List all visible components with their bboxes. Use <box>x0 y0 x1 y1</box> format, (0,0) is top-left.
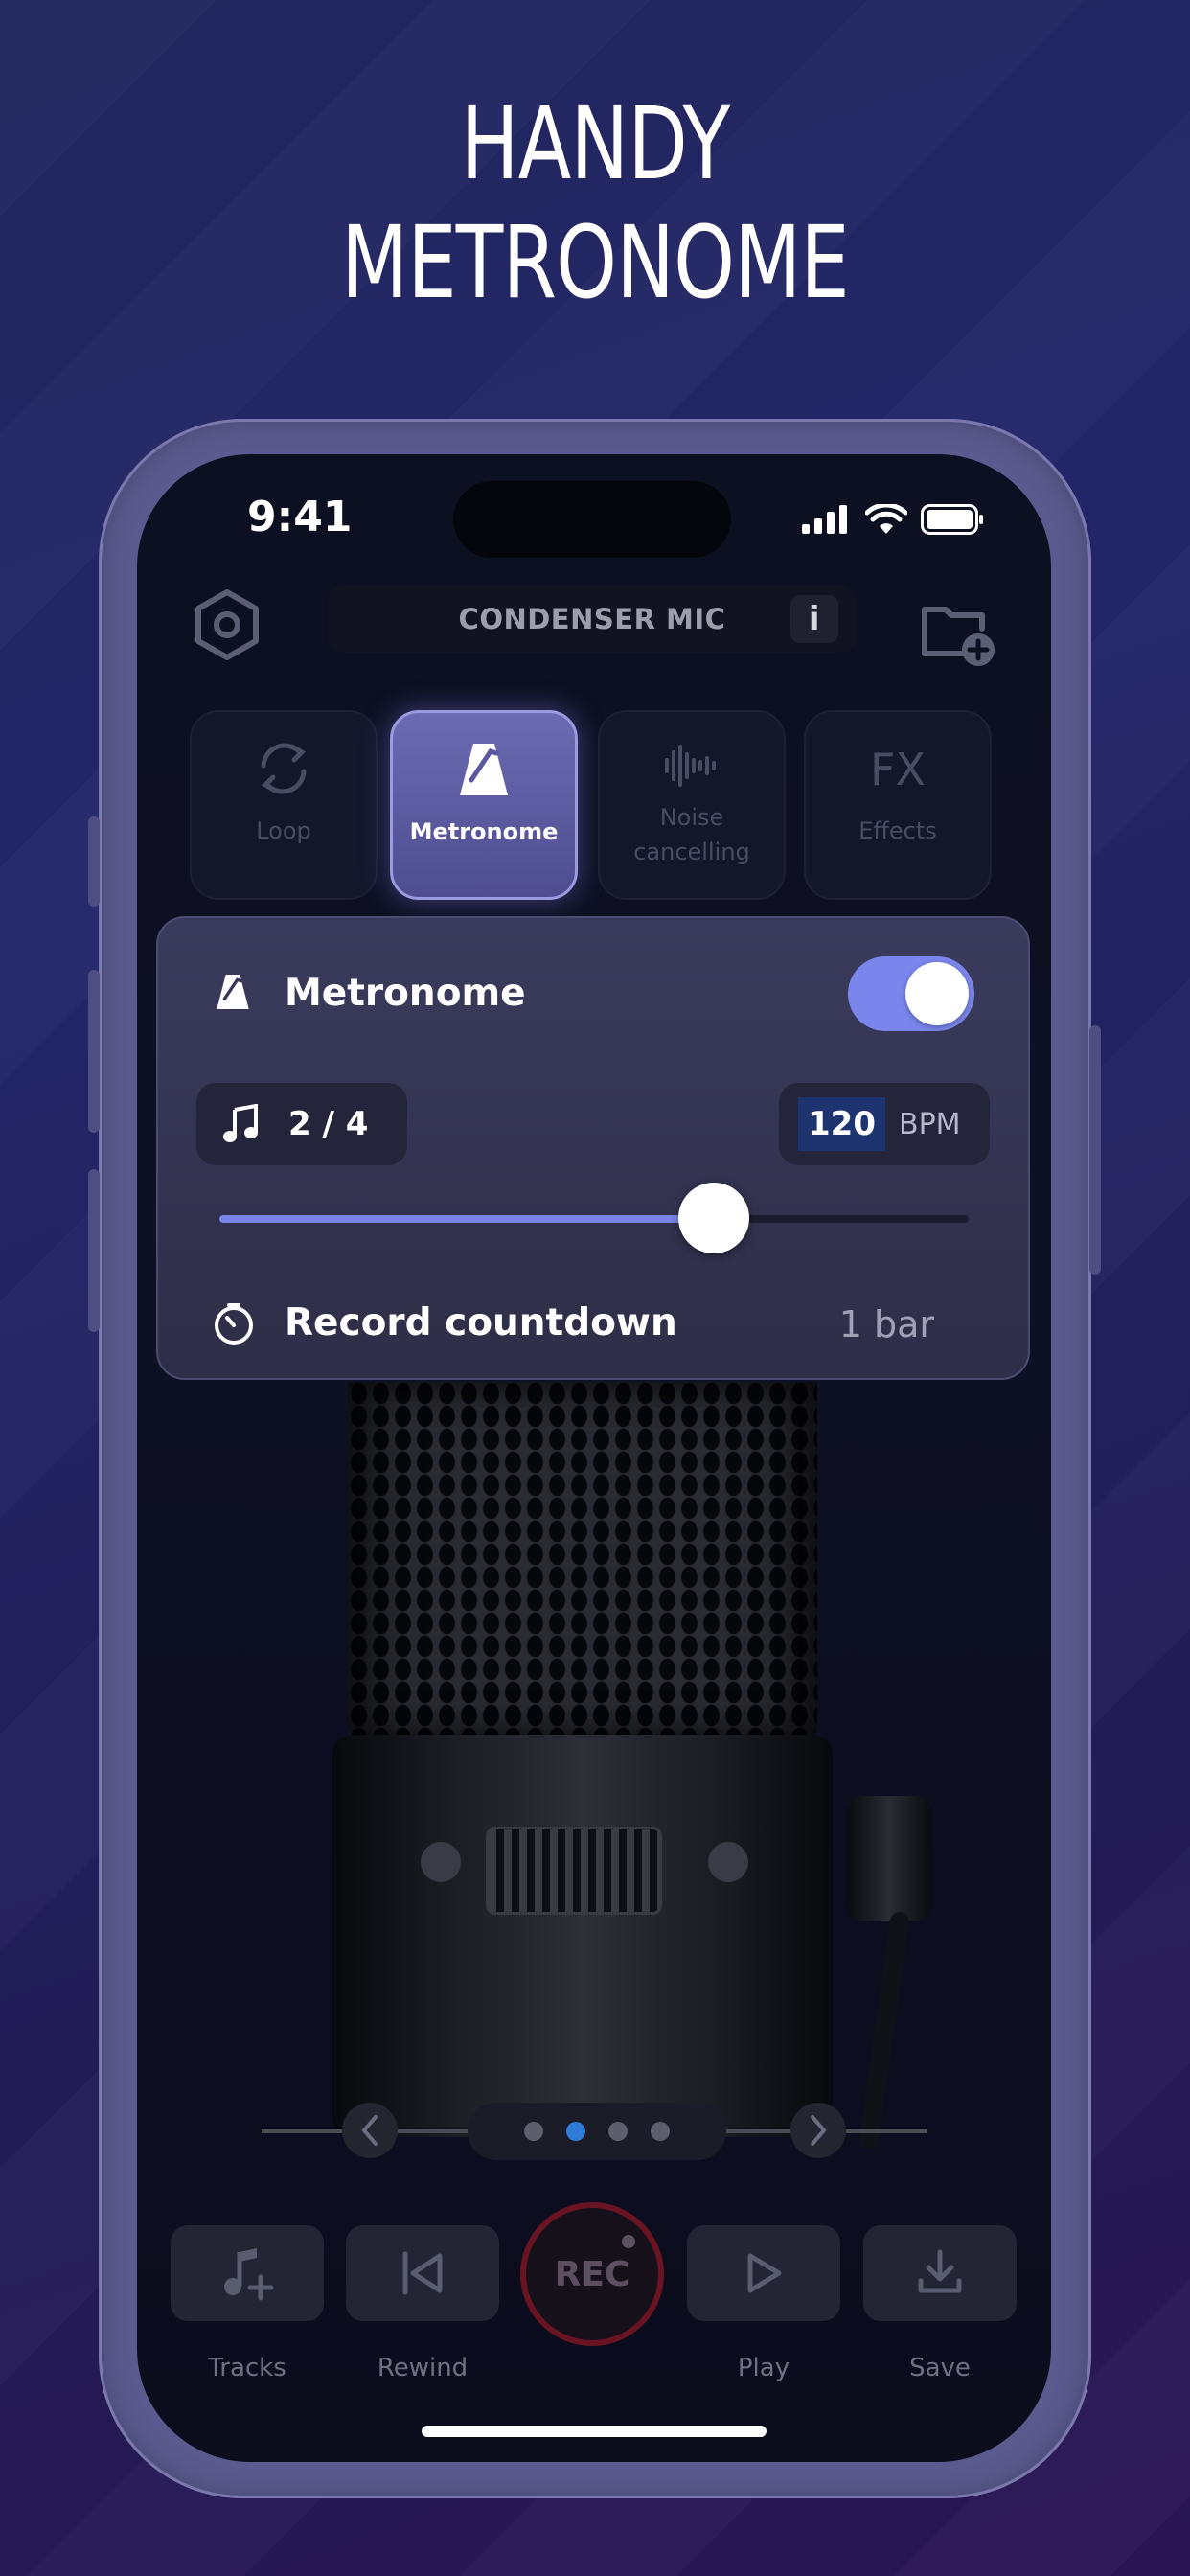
chevron-left-icon <box>361 2115 378 2146</box>
mode-tile-effects[interactable]: FX Effects <box>804 710 992 900</box>
gear-hexagon-icon <box>195 589 259 660</box>
mode-tile-loop[interactable]: Loop <box>190 710 378 900</box>
power-button <box>1089 1025 1101 1275</box>
play-label: Play <box>737 2354 790 2382</box>
record-label: REC <box>554 2254 630 2294</box>
tracks-button[interactable] <box>171 2225 324 2321</box>
bpm-value[interactable]: 120 <box>798 1097 885 1151</box>
mic-screw <box>421 1842 461 1882</box>
download-icon <box>918 2249 962 2293</box>
settings-button[interactable] <box>191 588 263 665</box>
rewind-label: Rewind <box>377 2354 469 2382</box>
headline-line-1: HANDY <box>460 85 731 202</box>
mode-tile-label: Loop <box>256 817 311 844</box>
app-screen: 9:41 CONDENSER MIC i Loop Metronome Nois… <box>137 454 1051 2462</box>
info-button[interactable]: i <box>790 595 838 643</box>
headline-line-2: METRONOME <box>341 204 850 321</box>
folder-add-icon <box>922 607 995 666</box>
svg-text:FX: FX <box>870 744 926 795</box>
chevron-right-icon <box>811 2115 827 2146</box>
battery-icon <box>921 504 983 535</box>
headline: HANDY METRONOME <box>131 84 1060 322</box>
mute-switch <box>88 816 100 907</box>
mic-grille <box>348 1382 817 1736</box>
home-indicator[interactable] <box>422 2426 767 2437</box>
tempo-slider-thumb[interactable] <box>678 1183 750 1254</box>
fx-icon: FX <box>870 744 926 795</box>
add-track-icon <box>224 2248 274 2301</box>
tempo-slider[interactable] <box>219 1183 969 1254</box>
mic-vent <box>486 1827 662 1915</box>
loop-icon <box>261 743 307 794</box>
time-signature-value: 2 / 4 <box>288 1105 369 1143</box>
metronome-toggle[interactable] <box>848 956 974 1031</box>
rewind-icon <box>402 2251 443 2295</box>
music-note-icon <box>223 1104 258 1142</box>
volume-up-button <box>88 970 100 1133</box>
tempo-slider-fill <box>219 1215 715 1223</box>
save-label: Save <box>909 2354 971 2382</box>
play-button[interactable] <box>687 2225 840 2321</box>
mode-tile-label: Metronome <box>409 818 559 845</box>
carousel-prev-button[interactable] <box>342 2103 398 2158</box>
rewind-button[interactable] <box>346 2225 499 2321</box>
record-countdown-value[interactable]: 1 bar <box>839 1303 934 1346</box>
metronome-title: Metronome <box>285 972 526 1015</box>
mic-collar <box>332 1735 833 2137</box>
page-dot[interactable] <box>608 2122 628 2141</box>
page-dot[interactable] <box>524 2122 543 2141</box>
mode-tile-label: Noise cancelling <box>633 804 750 865</box>
timer-icon <box>215 1303 253 1345</box>
mode-tile-noise-cancelling[interactable]: Noise cancelling <box>598 710 786 900</box>
microphone-selector[interactable]: CONDENSER MIC i <box>329 586 856 653</box>
mic-mount-knob <box>846 1796 932 1920</box>
carousel-next-button[interactable] <box>790 2103 846 2158</box>
mode-tile-label: Effects <box>858 817 937 844</box>
microphone-illustration <box>332 1382 833 2321</box>
record-indicator <box>622 2235 635 2248</box>
tracks-label: Tracks <box>208 2354 286 2382</box>
page-dot[interactable] <box>566 2122 585 2141</box>
dynamic-island <box>453 481 731 558</box>
metronome-panel: Metronome 2 / 4 120 BPM Record countdown… <box>156 916 1030 1380</box>
volume-down-button <box>88 1169 100 1332</box>
mode-tile-metronome[interactable]: Metronome <box>390 710 578 900</box>
page-indicator <box>468 2103 726 2160</box>
metronome-icon <box>460 744 508 795</box>
microphone-name: CONDENSER MIC <box>458 603 726 635</box>
add-folder-button[interactable] <box>921 598 997 673</box>
mic-carousel <box>137 2103 1051 2160</box>
waveform-icon <box>665 745 716 787</box>
status-time: 9:41 <box>247 493 353 541</box>
info-icon: i <box>808 600 821 638</box>
record-countdown-label: Record countdown <box>285 1301 677 1345</box>
bpm-field[interactable]: 120 BPM <box>779 1083 990 1165</box>
time-signature-button[interactable]: 2 / 4 <box>196 1083 407 1165</box>
metronome-icon <box>217 975 249 1009</box>
cellular-signal-icon <box>802 505 847 534</box>
wifi-icon <box>865 504 907 534</box>
page-dot[interactable] <box>651 2122 670 2141</box>
save-button[interactable] <box>863 2225 1017 2321</box>
status-icons <box>802 504 984 535</box>
mic-screw <box>708 1842 748 1882</box>
record-button[interactable]: REC <box>520 2202 664 2346</box>
toggle-knob <box>905 962 969 1025</box>
bpm-unit: BPM <box>898 1107 961 1141</box>
play-icon <box>747 2253 782 2293</box>
